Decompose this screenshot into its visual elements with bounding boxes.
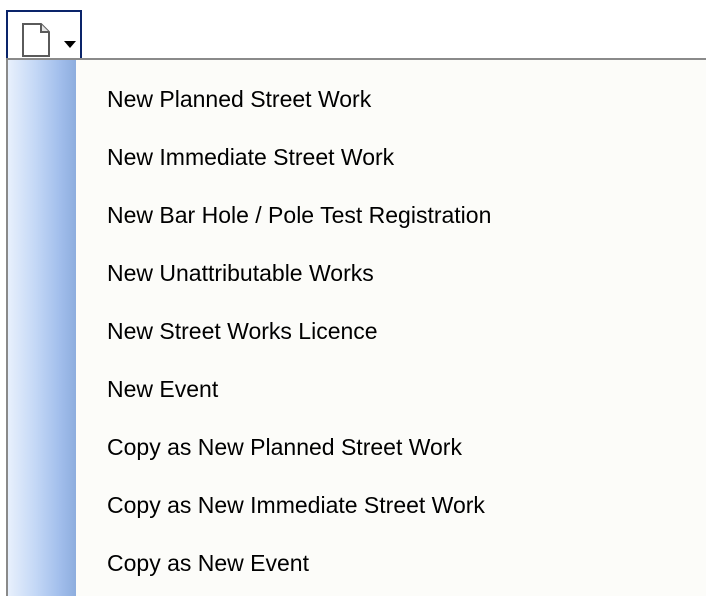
menu-item-copy-as-new-planned-street-work[interactable]: Copy as New Planned Street Work (76, 418, 706, 476)
menu-gutter (8, 60, 76, 596)
menu-item-new-street-works-licence[interactable]: New Street Works Licence (76, 302, 706, 360)
new-document-icon (19, 22, 55, 58)
chevron-down-icon[interactable] (64, 36, 76, 48)
menu-item-new-planned-street-work[interactable]: New Planned Street Work (76, 70, 706, 128)
menu-item-new-event[interactable]: New Event (76, 360, 706, 418)
menu-item-new-bar-hole-pole-test-registration[interactable]: New Bar Hole / Pole Test Registration (76, 186, 706, 244)
menu-item-copy-as-new-event[interactable]: Copy as New Event (76, 534, 706, 592)
toolbar (0, 0, 706, 62)
new-dropdown-button[interactable] (6, 10, 82, 62)
menu-item-new-immediate-street-work[interactable]: New Immediate Street Work (76, 128, 706, 186)
menu-item-new-unattributable-works[interactable]: New Unattributable Works (76, 244, 706, 302)
menu-item-list: New Planned Street Work New Immediate St… (76, 70, 706, 592)
new-item-dropdown-menu: New Planned Street Work New Immediate St… (6, 58, 706, 596)
menu-item-copy-as-new-immediate-street-work[interactable]: Copy as New Immediate Street Work (76, 476, 706, 534)
